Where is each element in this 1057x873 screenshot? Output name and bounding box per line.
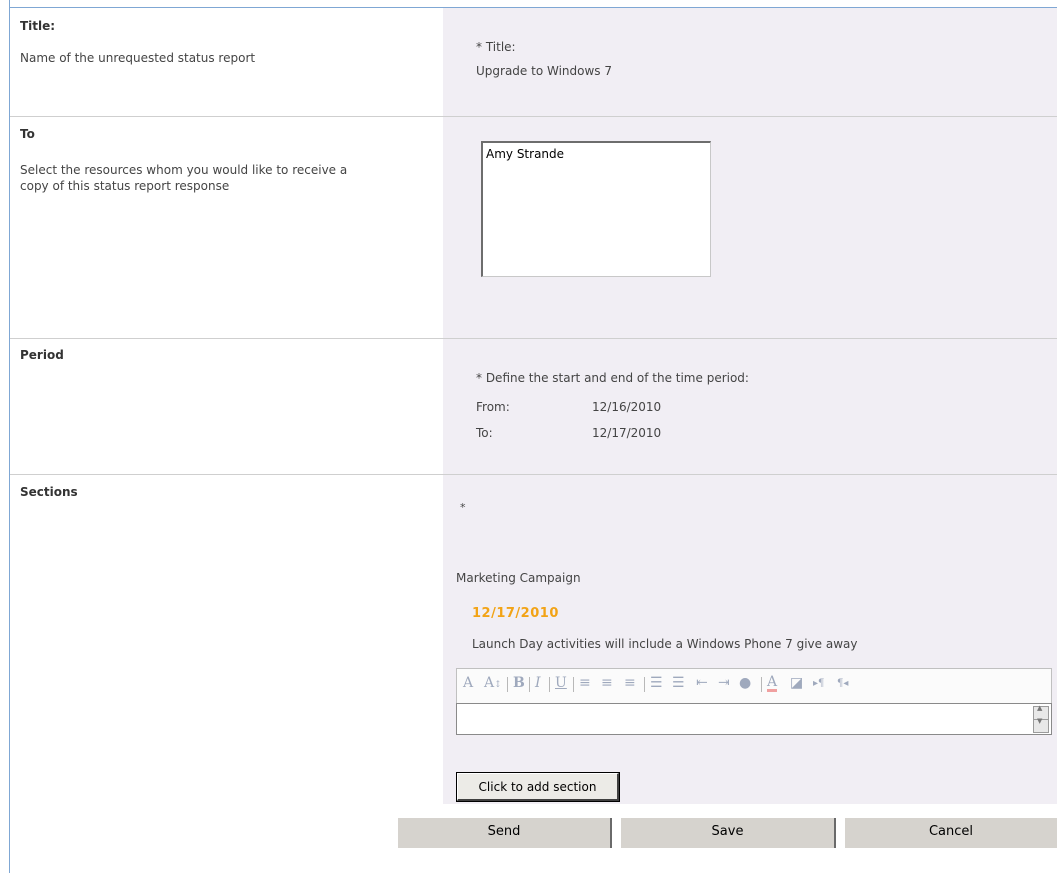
hyperlink-icon[interactable]: ● — [739, 675, 751, 691]
title-field-label: * Title: — [476, 40, 516, 54]
toolbar-separator — [573, 677, 574, 692]
period-section-heading: Period — [20, 348, 64, 362]
title-section-description: Name of the unrequested status report — [20, 51, 256, 65]
font-size-icon[interactable]: A↕ — [484, 675, 502, 691]
decrease-indent-icon[interactable]: ⇤ — [696, 675, 708, 691]
period-instruction: * Define the start and end of the time p… — [476, 371, 749, 385]
toolbar-separator — [761, 677, 762, 692]
toolbar-separator — [507, 677, 508, 692]
increase-indent-icon[interactable]: ⇥ — [718, 675, 730, 691]
underline-icon[interactable]: U — [555, 675, 567, 691]
frame-left-border — [9, 0, 10, 873]
to-date-value: 12/17/2010 — [592, 426, 662, 440]
section-name: Marketing Campaign — [456, 571, 581, 585]
save-button[interactable]: Save — [621, 818, 836, 848]
bulleted-list-icon[interactable]: ☰ — [672, 675, 685, 691]
recipients-listbox[interactable]: Amy Strande — [481, 141, 711, 277]
section-editor-input[interactable]: ▲ ▼ — [456, 703, 1052, 735]
font-icon[interactable]: A — [463, 675, 473, 691]
section-divider — [10, 474, 1057, 475]
section-divider — [10, 116, 1057, 117]
send-button[interactable]: Send — [398, 818, 612, 848]
to-label: To: — [476, 426, 493, 440]
entry-text: Launch Day activities will include a Win… — [472, 637, 858, 651]
align-left-icon[interactable]: ≡ — [579, 675, 591, 691]
add-section-button[interactable]: Click to add section — [456, 772, 620, 802]
align-right-icon[interactable]: ≡ — [624, 675, 636, 691]
required-marker: * — [460, 501, 466, 514]
to-section-description-line1: Select the resources whom you would like… — [20, 163, 348, 177]
rich-text-toolbar: A A↕ B I U ≡ ≡ ≡ ☰ ☰ ⇤ ⇥ ● A ◪ ▸¶ ¶◂ — [456, 668, 1052, 704]
sections-heading: Sections — [20, 485, 78, 499]
to-section-description-line2: copy of this status report response — [20, 179, 230, 193]
rtl-icon[interactable]: ¶◂ — [837, 678, 848, 689]
text-color-icon[interactable]: A — [767, 675, 778, 692]
cancel-button[interactable]: Cancel — [845, 818, 1057, 848]
toolbar-separator — [549, 677, 550, 692]
bold-icon[interactable]: B — [513, 675, 525, 691]
recipient-option[interactable]: Amy Strande — [486, 147, 564, 161]
align-center-icon[interactable]: ≡ — [601, 675, 613, 691]
title-section-heading: Title: — [20, 19, 56, 33]
section-divider — [10, 338, 1057, 339]
entry-date: 12/17/2010 — [472, 606, 559, 621]
from-date-value: 12/16/2010 — [592, 400, 662, 414]
toolbar-separator — [644, 677, 645, 692]
highlight-icon[interactable]: ◪ — [790, 675, 803, 691]
ltr-icon[interactable]: ▸¶ — [813, 678, 824, 689]
scroll-down-arrow-icon[interactable]: ▼ — [1033, 717, 1049, 733]
italic-icon[interactable]: I — [535, 675, 541, 691]
numbered-list-icon[interactable]: ☰ — [650, 675, 663, 691]
title-value: Upgrade to Windows 7 — [476, 64, 612, 78]
toolbar-separator — [529, 677, 530, 692]
from-label: From: — [476, 400, 510, 414]
to-section-heading: To — [20, 127, 35, 141]
